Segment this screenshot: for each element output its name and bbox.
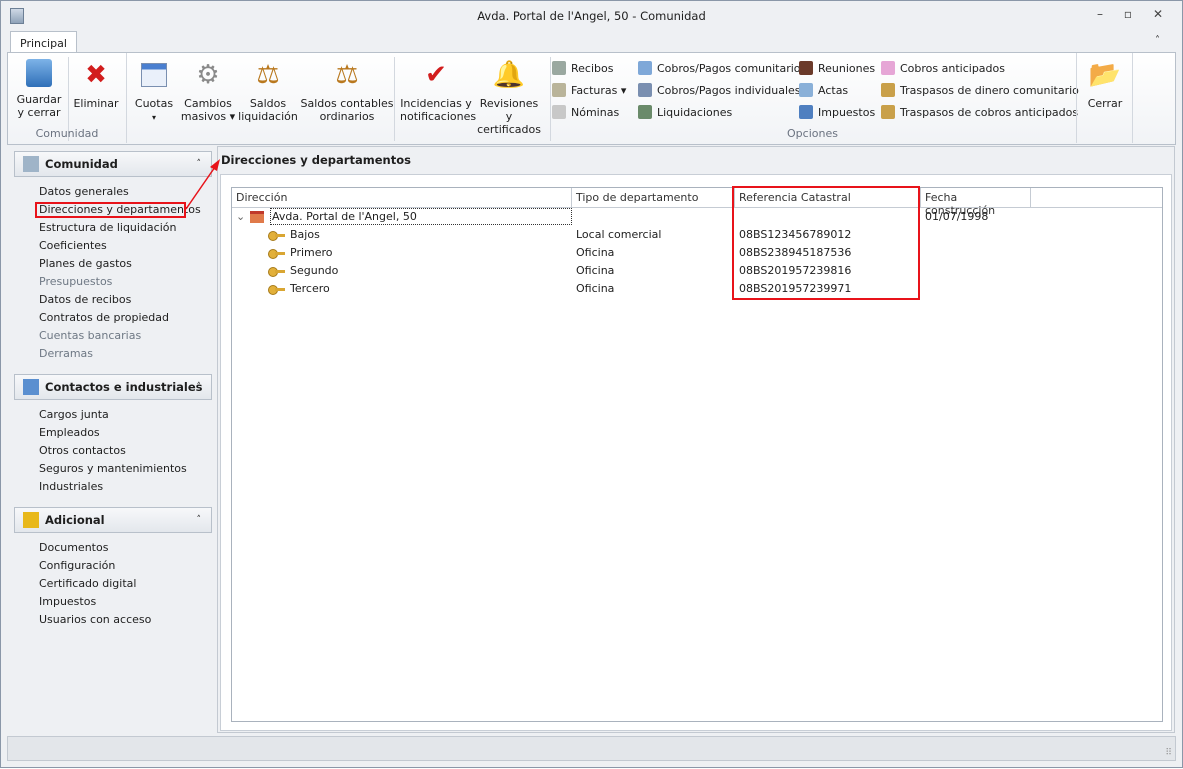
window: Avda. Portal de l'Angel, 50 - Comunidad … — [0, 0, 1183, 768]
annotation-arrow — [185, 159, 220, 210]
